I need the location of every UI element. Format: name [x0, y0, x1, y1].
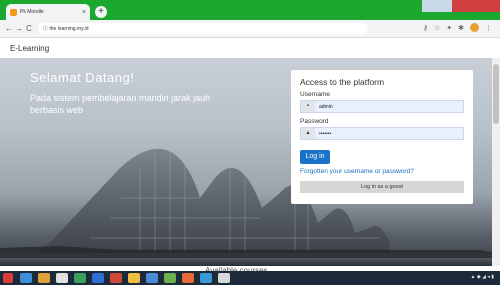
taskbar-app-icon[interactable]: [182, 273, 194, 283]
taskbar-app-icon[interactable]: [92, 273, 104, 283]
menu-icon[interactable]: ⋮: [485, 24, 492, 32]
reload-button[interactable]: C: [24, 24, 34, 33]
key-icon[interactable]: ⚷: [423, 24, 428, 32]
url-text: ⓘ the learning.my.id: [43, 26, 89, 32]
lock-icon: ▴: [301, 128, 315, 139]
taskbar-app-icon[interactable]: [56, 273, 68, 283]
back-button[interactable]: ←: [4, 24, 14, 33]
puzzle-icon[interactable]: ✱: [458, 24, 464, 32]
address-bar: ← → C ⓘ the learning.my.id ⚷ ☆ ✦ ✱ ⋮: [0, 20, 500, 38]
star-icon[interactable]: ☆: [434, 24, 440, 32]
system-tray[interactable]: ▲ ◆ ◢ ◂ ▮: [471, 274, 494, 280]
profile-avatar[interactable]: [470, 23, 479, 32]
scrollbar-thumb[interactable]: [493, 64, 499, 124]
guest-login-button[interactable]: Log in as a guest: [300, 180, 464, 193]
browser-tab-strip: Pk Moodle × +: [0, 0, 500, 20]
taskbar-app-icon[interactable]: [74, 273, 86, 283]
taskbar-app-icon[interactable]: [164, 273, 176, 283]
login-card: Access to the platform Username ▪ Passwo…: [291, 70, 473, 204]
window-close-button[interactable]: [422, 0, 500, 12]
tab-close-icon[interactable]: ×: [82, 9, 86, 16]
taskbar-app-icon[interactable]: [146, 273, 158, 283]
page-scrollbar[interactable]: [492, 58, 500, 266]
welcome-subtitle: Pada sistem pembelajaran mandiri jarak j…: [30, 93, 211, 115]
window-minmax-buttons[interactable]: [422, 0, 452, 12]
username-field[interactable]: ▪: [300, 100, 464, 113]
browser-tab[interactable]: Pk Moodle ×: [6, 4, 90, 20]
taskbar-app-icon[interactable]: [38, 273, 50, 283]
new-tab-button[interactable]: +: [95, 6, 107, 18]
forward-button[interactable]: →: [14, 24, 24, 33]
taskbar-app-icon[interactable]: [218, 273, 230, 283]
forgot-password-link[interactable]: Forgotten your username or password?: [300, 168, 464, 175]
site-brand[interactable]: E-Learning: [10, 44, 49, 53]
login-button[interactable]: Log in: [300, 149, 330, 164]
password-label: Password: [300, 118, 329, 125]
url-input[interactable]: ⓘ the learning.my.id: [38, 22, 368, 35]
password-input[interactable]: [315, 128, 455, 139]
start-button[interactable]: [3, 273, 13, 283]
username-input[interactable]: [315, 101, 455, 112]
welcome-heading: Selamat Datang!: [30, 70, 135, 85]
username-label: Username: [300, 91, 330, 98]
extension-icons: ⚷ ☆ ✦ ✱ ⋮: [423, 23, 492, 32]
taskbar-app-icon[interactable]: [200, 273, 212, 283]
site-header: E-Learning: [0, 38, 500, 58]
user-icon: ▪: [301, 101, 315, 112]
login-title: Access to the platform: [300, 77, 385, 87]
extension-icon[interactable]: ✦: [446, 24, 452, 32]
taskbar-app-icon[interactable]: [128, 273, 140, 283]
taskbar-app-icon[interactable]: [110, 273, 122, 283]
os-taskbar: ▲ ◆ ◢ ◂ ▮: [0, 271, 500, 285]
moodle-favicon-icon: [10, 8, 17, 16]
password-field[interactable]: ▴: [300, 127, 464, 140]
taskbar-app-icon[interactable]: [20, 273, 32, 283]
tab-title: Pk Moodle: [20, 9, 44, 15]
